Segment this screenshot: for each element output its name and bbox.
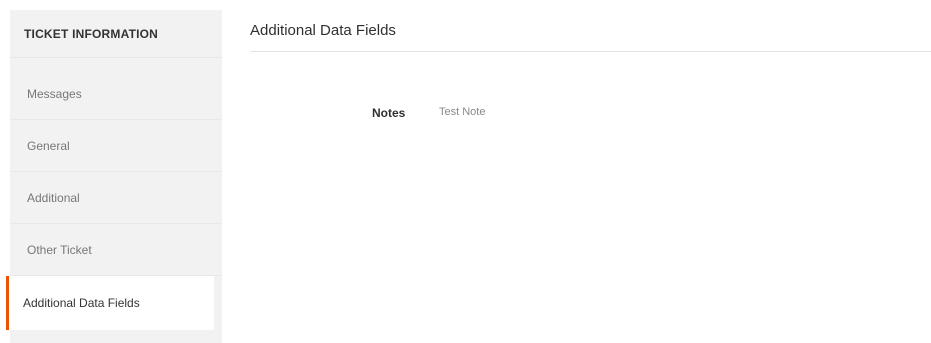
ticket-information-page: TICKET INFORMATION Messages General Addi… — [0, 0, 931, 343]
sidebar-item-other-ticket[interactable]: Other Ticket — [10, 224, 222, 276]
sidebar-item-label: Messages — [27, 86, 82, 101]
main-content: Additional Data Fields Notes Test Note — [250, 10, 931, 120]
sidebar-item-label: General — [27, 138, 70, 153]
sidebar-item-messages[interactable]: Messages — [10, 68, 222, 120]
section-title: Additional Data Fields — [250, 10, 931, 52]
sidebar-item-additional[interactable]: Additional — [10, 172, 222, 224]
notes-value: Test Note — [439, 106, 486, 118]
sidebar-item-label: Additional — [27, 190, 80, 205]
sidebar: TICKET INFORMATION Messages General Addi… — [6, 10, 222, 343]
sidebar-title: TICKET INFORMATION — [10, 10, 222, 58]
sidebar-item-additional-data-fields[interactable]: Additional Data Fields — [6, 276, 214, 330]
sidebar-item-general[interactable]: General — [10, 120, 222, 172]
notes-field-row: Notes Test Note — [250, 106, 650, 126]
sidebar-item-label: Additional Data Fields — [23, 296, 140, 310]
notes-label: Notes — [372, 106, 406, 120]
sidebar-item-label: Other Ticket — [27, 242, 92, 257]
